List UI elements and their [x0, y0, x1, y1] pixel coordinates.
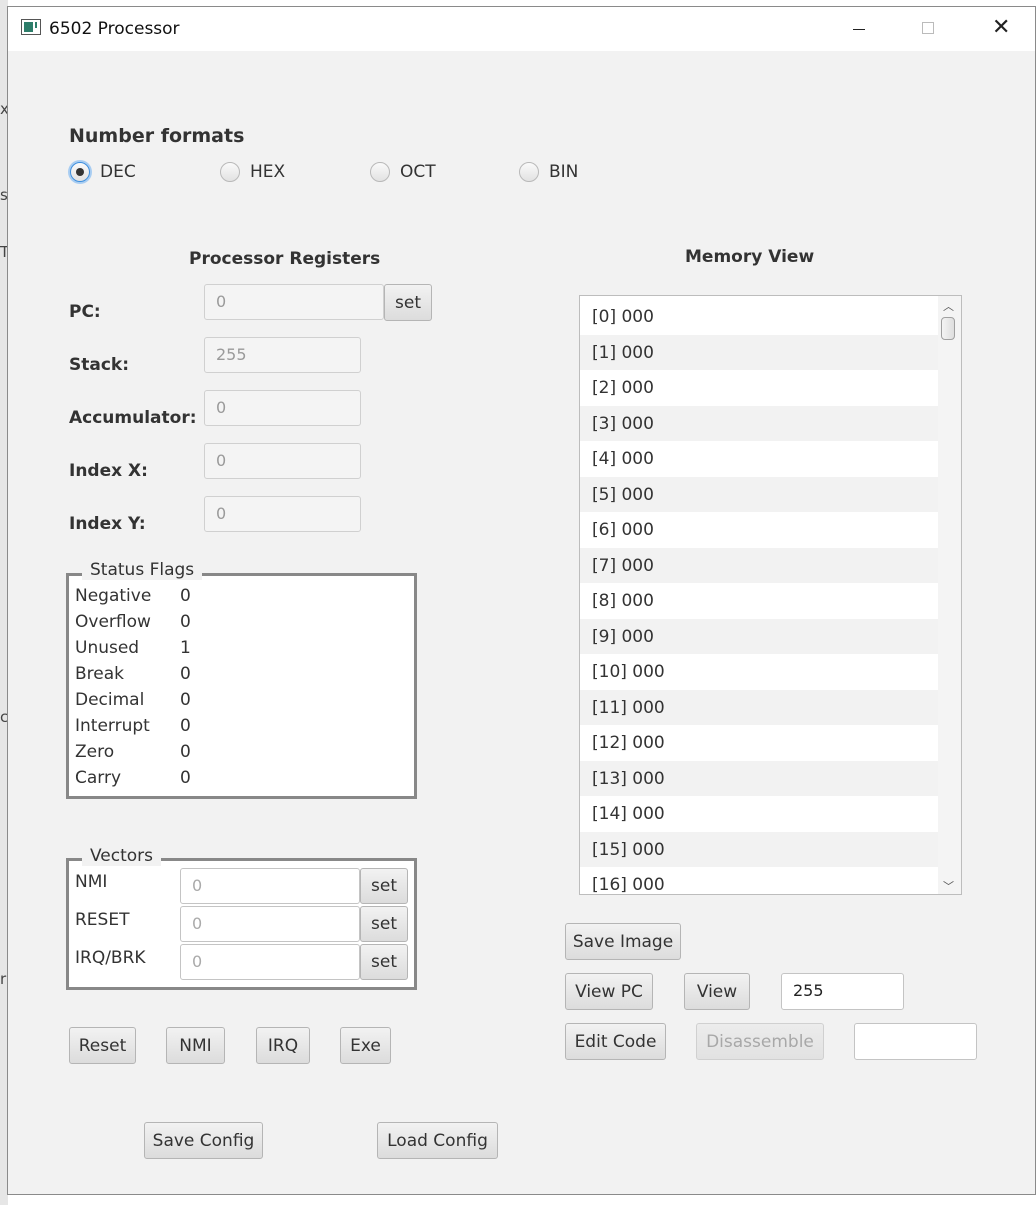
scroll-thumb[interactable]: [941, 317, 955, 340]
status-flags-legend: Status Flags: [82, 560, 203, 580]
scroll-up-icon[interactable]: ︿: [943, 298, 954, 314]
memory-row[interactable]: [5] 000: [580, 476, 938, 512]
accumulator-field[interactable]: 0: [204, 390, 361, 426]
nmi-set-button[interactable]: set: [360, 868, 408, 904]
flag-value: 0: [180, 664, 191, 684]
minimize-button[interactable]: [836, 7, 882, 51]
processor-registers-title: Processor Registers: [189, 249, 381, 269]
minimize-icon: [853, 29, 865, 30]
load-config-button[interactable]: Load Config: [377, 1122, 498, 1159]
memory-row[interactable]: [14] 000: [580, 796, 938, 832]
flag-name: Zero: [75, 742, 115, 762]
flag-name: Interrupt: [75, 716, 150, 736]
flag-value: 0: [180, 586, 191, 606]
nmi-vector-field[interactable]: 0: [180, 868, 360, 904]
memory-list[interactable]: [0] 000 [1] 000 [2] 000 [3] 000 [4] 000 …: [579, 295, 962, 895]
memory-row[interactable]: [11] 000: [580, 689, 938, 725]
app-window: 6502 Processor ✕ Number formats DEC HEX …: [7, 6, 1036, 1195]
flag-value: 1: [180, 638, 191, 658]
scroll-down-icon[interactable]: ﹀: [943, 878, 954, 894]
radio-label: HEX: [250, 162, 286, 182]
flag-value: 0: [180, 716, 191, 736]
disassemble-button[interactable]: Disassemble: [696, 1023, 824, 1060]
nmi-button[interactable]: NMI: [166, 1027, 225, 1064]
memory-row[interactable]: [8] 000: [580, 583, 938, 619]
save-image-button[interactable]: Save Image: [565, 923, 681, 960]
radio-bin[interactable]: BIN: [519, 162, 578, 182]
memory-row[interactable]: [16] 000: [580, 867, 938, 894]
view-address-field[interactable]: 255: [781, 973, 904, 1010]
memory-view-title: Memory View: [685, 247, 815, 267]
memory-row[interactable]: [15] 000: [580, 831, 938, 867]
save-config-button[interactable]: Save Config: [144, 1122, 263, 1159]
radio-dec[interactable]: DEC: [70, 162, 136, 182]
accumulator-label: Accumulator:: [69, 408, 197, 428]
memory-row[interactable]: [2] 000: [580, 370, 938, 406]
reset-set-button[interactable]: set: [360, 906, 408, 942]
pc-field[interactable]: 0: [204, 284, 384, 320]
close-icon: ✕: [992, 15, 1011, 40]
flag-value: 0: [180, 768, 191, 788]
vectors-legend: Vectors: [82, 846, 162, 866]
radio-label: BIN: [549, 162, 579, 182]
index-y-label: Index Y:: [69, 514, 146, 534]
memory-row[interactable]: [0] 000: [580, 299, 938, 335]
flag-value: 0: [180, 612, 191, 632]
irq-button[interactable]: IRQ: [256, 1027, 310, 1064]
memory-scrollbar[interactable]: ︿ ﹀: [938, 296, 961, 894]
maximize-button[interactable]: [906, 7, 952, 51]
vector-label-irq: IRQ/BRK: [75, 948, 146, 968]
number-formats-title: Number formats: [69, 125, 245, 147]
status-flags-group: Negative 0 Overflow 0 Unused 1 Break 0 D…: [66, 573, 417, 799]
index-x-field[interactable]: 0: [204, 443, 361, 479]
exe-button[interactable]: Exe: [340, 1027, 391, 1064]
title-bar: 6502 Processor ✕: [8, 7, 1035, 51]
reset-vector-field[interactable]: 0: [180, 906, 360, 942]
flag-value: 0: [180, 742, 191, 762]
memory-row[interactable]: [6] 000: [580, 512, 938, 548]
irq-vector-field[interactable]: 0: [180, 944, 360, 980]
memory-row[interactable]: [1] 000: [580, 334, 938, 370]
close-button[interactable]: ✕: [978, 7, 1024, 51]
flag-name: Negative: [75, 586, 152, 606]
radio-oct[interactable]: OCT: [370, 162, 436, 182]
flag-name: Decimal: [75, 690, 145, 710]
flag-name: Carry: [75, 768, 122, 788]
memory-row[interactable]: [9] 000: [580, 618, 938, 654]
pc-label: PC:: [69, 302, 101, 322]
radio-button[interactable]: [519, 162, 539, 182]
radio-button[interactable]: [370, 162, 390, 182]
stack-field[interactable]: 255: [204, 337, 361, 373]
window-title: 6502 Processor: [49, 19, 180, 39]
memory-row[interactable]: [3] 000: [580, 405, 938, 441]
vector-label-reset: RESET: [75, 910, 130, 930]
memory-row[interactable]: [7] 000: [580, 547, 938, 583]
memory-row[interactable]: [12] 000: [580, 725, 938, 761]
radio-button[interactable]: [220, 162, 240, 182]
memory-row[interactable]: [13] 000: [580, 760, 938, 796]
stack-label: Stack:: [69, 355, 130, 375]
pc-set-button[interactable]: set: [384, 284, 432, 321]
flag-value: 0: [180, 690, 191, 710]
index-y-field[interactable]: 0: [204, 496, 361, 532]
view-button[interactable]: View: [684, 973, 750, 1010]
flag-name: Break: [75, 664, 124, 684]
edit-code-button[interactable]: Edit Code: [565, 1023, 666, 1060]
memory-row[interactable]: [4] 000: [580, 441, 938, 477]
radio-label: OCT: [400, 162, 436, 182]
radio-label: DEC: [100, 162, 136, 182]
maximize-icon: [922, 22, 934, 34]
view-pc-button[interactable]: View PC: [565, 973, 653, 1010]
flag-name: Unused: [75, 638, 140, 658]
vector-label-nmi: NMI: [75, 872, 108, 892]
irq-set-button[interactable]: set: [360, 944, 408, 980]
flag-name: Overflow: [75, 612, 151, 632]
index-x-label: Index X:: [69, 461, 148, 481]
reset-button[interactable]: Reset: [69, 1027, 136, 1064]
radio-hex[interactable]: HEX: [220, 162, 285, 182]
memory-row[interactable]: [10] 000: [580, 654, 938, 690]
disassemble-input[interactable]: [854, 1023, 977, 1060]
radio-button-selected[interactable]: [70, 162, 90, 182]
app-icon: [21, 19, 41, 35]
